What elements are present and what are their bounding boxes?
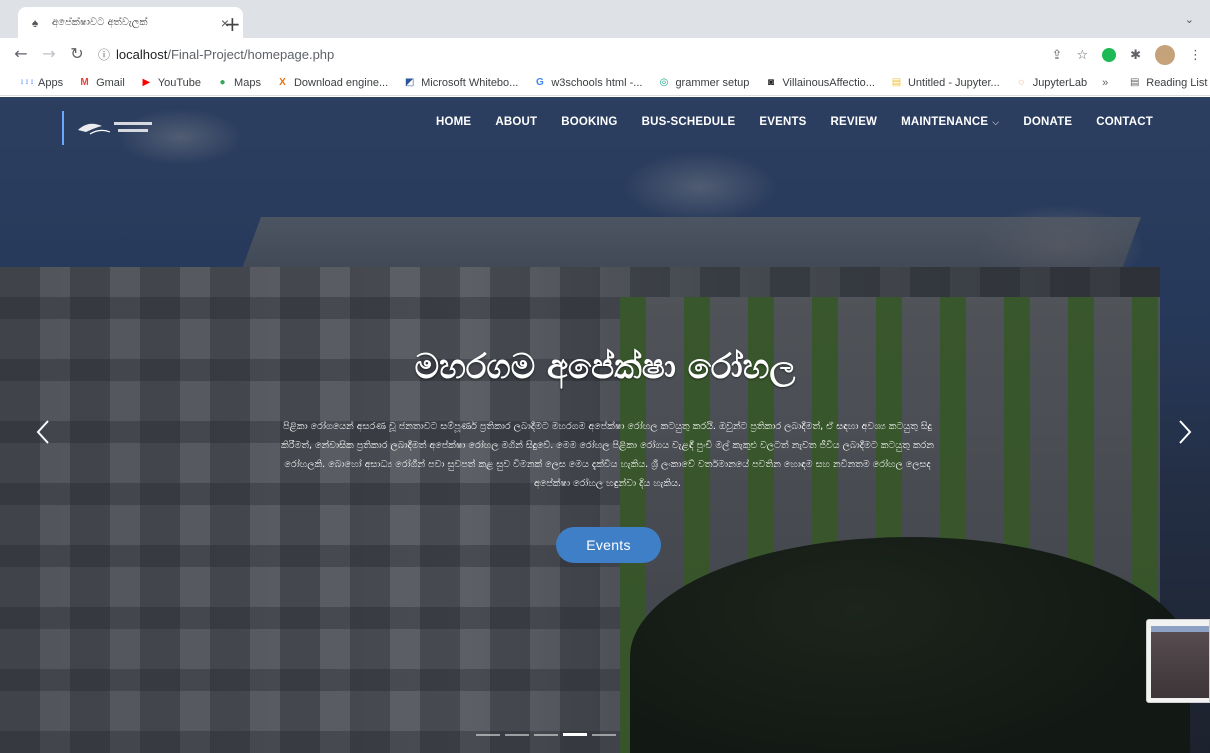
- bookmark-item[interactable]: Gw3schools html -...: [533, 76, 642, 89]
- site-favicon-icon: ♠: [31, 15, 39, 30]
- url-field[interactable]: ⓘ localhost/Final-Project/homepage.php: [98, 42, 1063, 66]
- thumbnail-image: [1151, 626, 1209, 698]
- nav-item-review[interactable]: REVIEW: [831, 116, 878, 128]
- hero-title: මහරගම අපේක්ෂා රෝහල: [414, 347, 796, 387]
- share-icon[interactable]: ⇪: [1052, 48, 1063, 63]
- forward-arrow-icon[interactable]: →: [38, 43, 60, 65]
- bookmark-label: JupyterLab: [1032, 76, 1088, 89]
- nav-item-label: HOME: [436, 116, 472, 128]
- nav-item-bus-schedule[interactable]: BUS-SCHEDULE: [642, 116, 736, 128]
- reading-list-button[interactable]: ▤ Reading List: [1128, 76, 1207, 89]
- bookmark-item[interactable]: ◩ Microsoft Whitebo...: [403, 76, 518, 89]
- replit-icon: ◙: [767, 77, 774, 88]
- bookmark-item[interactable]: ● Maps: [216, 76, 261, 89]
- bookmarks-bar: ⋮⋮⋮ Apps M Gmail ▶ YouTube ● Maps X Download engi…: [0, 70, 1210, 96]
- carousel-indicator[interactable]: [534, 734, 558, 736]
- bookmark-item[interactable]: ⋮⋮⋮ Apps: [19, 76, 64, 89]
- grammarly-extension-icon[interactable]: [1102, 48, 1117, 62]
- events-button[interactable]: Events: [556, 527, 661, 563]
- carousel-indicator[interactable]: [476, 734, 500, 736]
- gmail-icon: M: [80, 77, 89, 88]
- url-host: localhost: [116, 46, 168, 62]
- nav-item-label: ABOUT: [495, 116, 538, 128]
- carousel-indicator[interactable]: [563, 733, 587, 736]
- logo-divider: [62, 111, 64, 145]
- bookmark-label: Untitled - Jupyter...: [907, 76, 1000, 89]
- page-viewport: HOME ABOUT BOOKING BUS-SCHEDULE EVENTS REVIEW…: [0, 97, 1210, 753]
- nav-item-label: CONTACT: [1096, 116, 1153, 128]
- jupyter-icon: ◌: [1018, 77, 1025, 88]
- nav-item-contact[interactable]: CONTACT: [1096, 116, 1153, 128]
- address-bar-actions: ⇪ ☆ ✱ ⋮: [1052, 45, 1202, 65]
- reload-icon[interactable]: ↻: [66, 43, 88, 65]
- apps-grid-icon: ⋮⋮⋮: [19, 80, 35, 86]
- tab-search-chevron-icon[interactable]: ⌄: [1185, 13, 1194, 26]
- profile-avatar[interactable]: [1155, 45, 1175, 65]
- bookmark-label: Maps: [234, 76, 261, 89]
- nav-item-label: BUS-SCHEDULE: [641, 116, 736, 128]
- bookmark-item[interactable]: ▤ Untitled - Jupyter...: [890, 76, 1000, 89]
- site-info-icon[interactable]: ⓘ: [98, 46, 110, 63]
- logo-hands-icon: [78, 122, 152, 135]
- back-arrow-icon[interactable]: ←: [10, 43, 32, 65]
- thumbnail-header-strip: [1151, 626, 1209, 632]
- nav-item-label: MAINTENANCE: [901, 116, 989, 128]
- site-navbar: HOME ABOUT BOOKING BUS-SCHEDULE EVENTS REVIEW…: [0, 97, 1210, 149]
- nav-item-label: BOOKING: [561, 116, 618, 128]
- nav-item-about[interactable]: ABOUT: [495, 116, 537, 128]
- reading-list-label: Reading List: [1146, 76, 1208, 89]
- nav-item-home[interactable]: HOME: [436, 116, 471, 128]
- x-icon: X: [279, 77, 286, 88]
- nav-item-events[interactable]: EVENTS: [759, 116, 806, 128]
- bookmarks-overflow-icon[interactable]: »: [1102, 77, 1108, 89]
- url-path: /Final-Project/homepage.php: [167, 46, 335, 62]
- nav-item-maintenance[interactable]: MAINTENANCE ⌵: [901, 116, 999, 128]
- url-text: localhost/Final-Project/homepage.php: [116, 47, 334, 62]
- reading-list-icon: ▤: [1130, 77, 1140, 88]
- bookmark-item[interactable]: M Gmail: [78, 76, 125, 89]
- chevron-down-icon: ⌵: [992, 117, 1000, 127]
- nav-item-label: REVIEW: [830, 116, 878, 128]
- nav-item-label: EVENTS: [759, 116, 807, 128]
- tab-title: අපේක්ෂාවට අත්වැලක්: [52, 17, 148, 28]
- address-bar-row: ← → ↻ ⓘ localhost/Final-Project/homepage…: [0, 38, 1210, 70]
- bookmark-label: w3schools html -...: [551, 76, 643, 89]
- extensions-puzzle-icon[interactable]: ✱: [1130, 48, 1141, 63]
- nav-item-donate[interactable]: DONATE: [1023, 116, 1072, 128]
- bookmark-item[interactable]: ◌ JupyterLab: [1015, 76, 1087, 89]
- google-g-icon: G: [535, 77, 544, 88]
- browser-tab-strip: ♠ අපේක්ෂාවට අත්වැලක් × + ⌄: [0, 0, 1210, 38]
- bookmark-label: Microsoft Whitebo...: [421, 76, 519, 89]
- bookmark-star-icon[interactable]: ☆: [1076, 48, 1088, 63]
- bookmark-item[interactable]: ▶ YouTube: [140, 76, 201, 89]
- carousel-indicator[interactable]: [505, 734, 529, 736]
- browser-menu-icon[interactable]: ⋮: [1189, 48, 1202, 63]
- whiteboard-icon: ◩: [404, 77, 415, 88]
- carousel-next-chevron-icon[interactable]: [1174, 417, 1194, 447]
- site-logo[interactable]: [62, 111, 156, 145]
- maps-pin-icon: ●: [219, 77, 226, 88]
- hero-description: පිළිකා රෝගයෙන් අසරණ වූ ජනතාවට සම්පූර්ණ ප…: [281, 421, 934, 489]
- chatgpt-icon: ◎: [659, 77, 669, 88]
- main-nav-menu: HOME ABOUT BOOKING BUS-SCHEDULE EVENTS REVIEW…: [436, 116, 1153, 128]
- browser-tab-active[interactable]: ♠ අපේක්ෂාවට අත්වැලක් ×: [18, 7, 243, 38]
- bookmark-item[interactable]: ◎ grammer setup: [657, 76, 750, 89]
- nav-item-booking[interactable]: BOOKING: [561, 116, 617, 128]
- bookmark-item[interactable]: X Download engine...: [276, 76, 388, 89]
- bookmark-label: Apps: [38, 76, 64, 89]
- nav-item-label: DONATE: [1023, 116, 1073, 128]
- bookmark-label: YouTube: [157, 76, 202, 89]
- bookmark-label: Gmail: [96, 76, 125, 89]
- bookmark-label: grammer setup: [675, 76, 750, 89]
- bookmark-label: Download engine...: [293, 76, 389, 89]
- youtube-icon: ▶: [142, 77, 151, 88]
- notebook-icon: ▤: [891, 77, 902, 88]
- new-tab-button[interactable]: +: [224, 12, 241, 36]
- bookmark-item[interactable]: ◙ VillainousAffectio...: [764, 76, 875, 89]
- carousel-prev-chevron-icon[interactable]: [34, 417, 54, 447]
- carousel-indicators: [476, 733, 616, 736]
- carousel-indicator[interactable]: [592, 734, 616, 736]
- bookmark-label: VillainousAffectio...: [782, 76, 875, 89]
- screenshot-preview-thumbnail[interactable]: [1146, 619, 1210, 703]
